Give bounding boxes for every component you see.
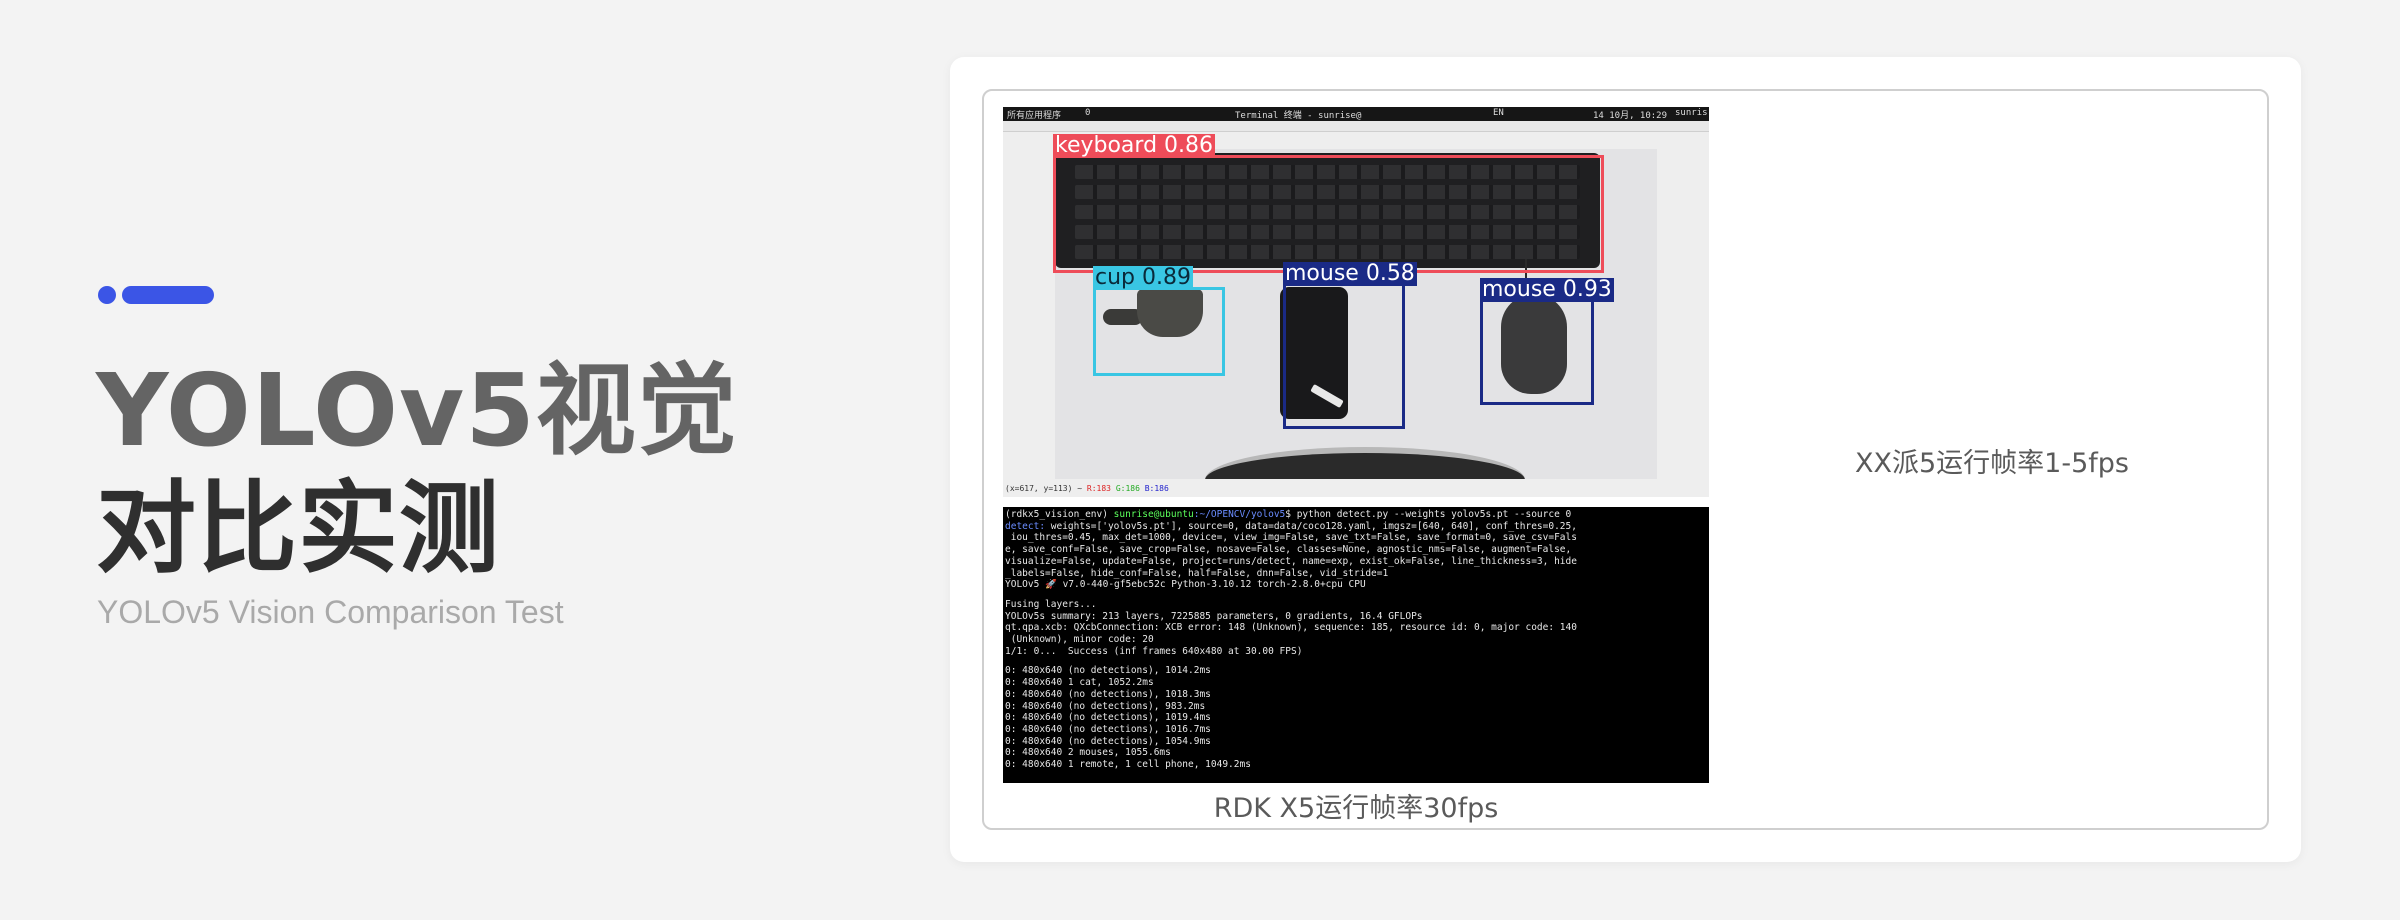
terminal-line: detect: weights=['yolov5s.pt'], source=0… (1005, 520, 1577, 532)
terminal-line: (Unknown), minor code: 20 (1005, 634, 1154, 646)
terminal-line: visualize=False, update=False, project=r… (1005, 555, 1577, 567)
terminal-result: 0: 480x640 (no detections), 983.2ms (1005, 700, 1206, 712)
terminal-line: qt.qpa.xcb: QXcbConnection: XCB error: 1… (1005, 622, 1577, 634)
detection-box-cup: cup 0.89 (1093, 266, 1225, 376)
input-indicator: EN (1493, 108, 1504, 118)
terminal-line: _labels=False, hide_conf=False, half=Fal… (1005, 567, 1389, 579)
terminal-result: 0: 480x640 2 mouses, 1055.6ms (1005, 747, 1171, 759)
username: sunris (1675, 108, 1708, 118)
detection-box-keyboard: keyboard 0.86 (1053, 134, 1604, 273)
caption-rdk-x5: RDK X5运行帧率30fps (1213, 793, 1499, 824)
terminal-line: 1/1: 0... Success (inf frames 640x480 at… (1005, 645, 1303, 657)
title-line-1: YOLOv5视觉 (96, 352, 738, 469)
terminal-line: iou_thres=0.45, max_det=1000, device=, v… (1005, 532, 1577, 544)
terminal-result: 0: 480x640 1 cat, 1052.2ms (1005, 677, 1154, 689)
terminal-output: (rdkx5_vision_env) sunrise@ubuntu:~/OPEN… (1003, 507, 1709, 783)
comparison-card: 所有应用程序 0 Terminal 终端 - sunrise@ EN 14 10… (950, 57, 2301, 862)
terminal-tab: Terminal 终端 - sunrise@ (1235, 111, 1362, 121)
terminal-line: Fusing layers... (1005, 598, 1097, 610)
pixel-b: B:186 (1144, 484, 1169, 493)
datetime: 14 10月, 10:29 (1593, 111, 1668, 121)
pixel-status: (x=617, y=113) ~ R:183 G:186 B:186 (1005, 484, 1169, 493)
pixel-r: R:183 (1086, 484, 1111, 493)
title-line-2: 对比实测 (96, 470, 500, 587)
terminal-result: 0: 480x640 (no detections), 1014.2ms (1005, 665, 1211, 677)
caption-xx-pi5: XX派5运行帧率1-5fps (1855, 448, 2129, 479)
cursor-coords: (x=617, y=113) ~ (1005, 484, 1083, 493)
comparison-frame: 所有应用程序 0 Terminal 终端 - sunrise@ EN 14 10… (982, 89, 2269, 830)
apps-menu: 所有应用程序 (1007, 111, 1062, 121)
detection-label-cup: cup 0.89 (1093, 265, 1193, 290)
detection-box-mouse-2: mouse 0.93 (1480, 278, 1614, 405)
detection-screenshot: 所有应用程序 0 Terminal 终端 - sunrise@ EN 14 10… (1003, 107, 1709, 497)
bowl-object (1205, 447, 1525, 479)
page-title: YOLOv5视觉 对比实测 (96, 352, 738, 588)
terminal-result: 0: 480x640 1 remote, 1 cell phone, 1049.… (1005, 759, 1251, 771)
terminal-line: YOLOv5 🚀 v7.0-440-gf5ebc52c Python-3.10.… (1005, 579, 1366, 591)
detection-label-keyboard: keyboard 0.86 (1053, 133, 1216, 158)
terminal-prompt: (rdkx5_vision_env) sunrise@ubuntu:~/OPEN… (1005, 509, 1572, 520)
desktop-topbar: 所有应用程序 0 Terminal 终端 - sunrise@ EN 14 10… (1003, 107, 1709, 121)
terminal-result: 0: 480x640 (no detections), 1016.7ms (1005, 723, 1211, 735)
detection-label-mouse-2: mouse 0.93 (1480, 277, 1614, 302)
workspace-indicator: 0 (1085, 108, 1091, 118)
detection-label-mouse-1: mouse 0.58 (1283, 261, 1417, 286)
pixel-g: G:186 (1115, 484, 1140, 493)
page-subtitle: YOLOv5 Vision Comparison Test (97, 594, 564, 630)
terminal-result: 0: 480x640 (no detections), 1054.9ms (1005, 735, 1211, 747)
viewer-toolbar (1003, 121, 1709, 132)
detection-box-mouse-1: mouse 0.58 (1283, 262, 1417, 429)
accent-bar (122, 286, 214, 304)
terminal-result: 0: 480x640 (no detections), 1019.4ms (1005, 712, 1211, 724)
accent-dot (98, 286, 116, 304)
terminal-result: 0: 480x640 (no detections), 1018.3ms (1005, 688, 1211, 700)
terminal-line: e, save_conf=False, save_crop=False, nos… (1005, 544, 1572, 556)
terminal-line: YOLOv5s summary: 213 layers, 7225885 par… (1005, 610, 1423, 622)
